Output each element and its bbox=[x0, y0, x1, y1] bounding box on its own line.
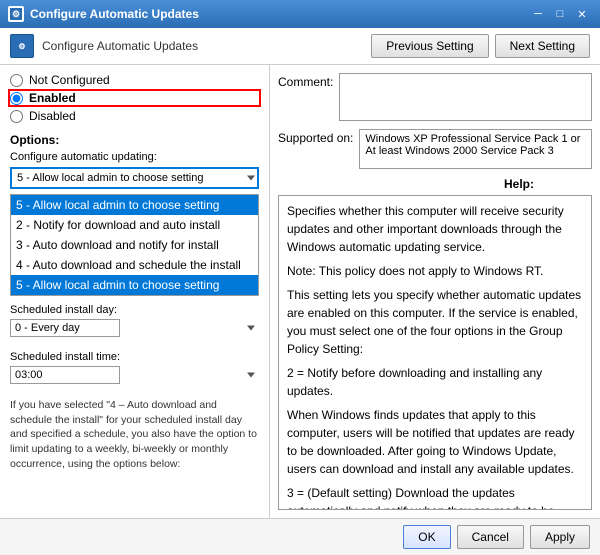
radio-enabled-input[interactable] bbox=[10, 92, 23, 105]
top-icon: ⚙ bbox=[10, 34, 34, 58]
next-setting-button[interactable]: Next Setting bbox=[495, 34, 590, 58]
sched-day-select[interactable]: 0 - Every day bbox=[10, 319, 120, 337]
minimize-button[interactable]: ─ bbox=[528, 4, 548, 24]
help-p4: When Windows finds updates that apply to… bbox=[287, 406, 583, 478]
comment-label: Comment: bbox=[278, 73, 333, 89]
radio-enabled-label: Enabled bbox=[29, 91, 76, 105]
ok-button[interactable]: OK bbox=[403, 525, 450, 549]
apply-button[interactable]: Apply bbox=[530, 525, 590, 549]
supported-value: Windows XP Professional Service Pack 1 o… bbox=[359, 129, 592, 169]
panels-header: Help: bbox=[278, 177, 592, 191]
sched-day-label: Scheduled install day: bbox=[10, 304, 259, 316]
dropdown-open-list: 5 - Allow local admin to choose setting … bbox=[10, 194, 259, 296]
dropdown-item-2[interactable]: 3 - Auto download and notify for install bbox=[11, 235, 258, 255]
prev-setting-button[interactable]: Previous Setting bbox=[371, 34, 488, 58]
sched-time-wrapper: 03:00 bbox=[10, 366, 259, 384]
dropdown-item-4[interactable]: 5 - Allow local admin to choose setting bbox=[11, 275, 258, 295]
dropdown-item-3[interactable]: 4 - Auto download and schedule the insta… bbox=[11, 255, 258, 275]
maximize-button[interactable]: □ bbox=[550, 4, 570, 24]
help-text: Specifies whether this computer will rec… bbox=[287, 202, 583, 510]
sched-time-select[interactable]: 03:00 bbox=[10, 366, 120, 384]
top-bar: ⚙ Configure Automatic Updates Previous S… bbox=[0, 28, 600, 65]
app-icon: ⚙ bbox=[8, 6, 24, 22]
radio-enabled[interactable]: Enabled bbox=[10, 91, 259, 105]
sched-day-wrapper: 0 - Every day bbox=[10, 319, 259, 337]
cancel-button[interactable]: Cancel bbox=[457, 525, 524, 549]
title-bar-controls: ─ □ ✕ bbox=[528, 4, 592, 24]
help-p1: Note: This policy does not apply to Wind… bbox=[287, 262, 583, 280]
dialog-subtitle: Configure Automatic Updates bbox=[42, 39, 198, 53]
close-button[interactable]: ✕ bbox=[572, 4, 592, 24]
radio-not-configured-input[interactable] bbox=[10, 74, 23, 87]
help-p0: Specifies whether this computer will rec… bbox=[287, 202, 583, 256]
title-bar-title: Configure Automatic Updates bbox=[30, 7, 199, 21]
desc-text: If you have selected "4 – Auto download … bbox=[10, 398, 259, 471]
left-panel: Not Configured Enabled Disabled Options:… bbox=[0, 65, 270, 518]
help-p5: 3 = (Default setting) Download the updat… bbox=[287, 484, 583, 510]
content-area: ⚙ Configure Automatic Updates Previous S… bbox=[0, 28, 600, 555]
radio-not-configured[interactable]: Not Configured bbox=[10, 73, 259, 87]
comment-input[interactable] bbox=[339, 73, 592, 121]
help-header-label: Help: bbox=[504, 177, 592, 191]
radio-not-configured-label: Not Configured bbox=[29, 73, 110, 87]
title-bar-left: ⚙ Configure Automatic Updates bbox=[8, 6, 199, 22]
dropdown-item-1[interactable]: 2 - Notify for download and auto install bbox=[11, 215, 258, 235]
top-bar-buttons: Previous Setting Next Setting bbox=[371, 34, 590, 58]
help-p3: 2 = Notify before downloading and instal… bbox=[287, 364, 583, 400]
dropdown-wrapper: 5 - Allow local admin to choose setting bbox=[10, 167, 259, 189]
sched-time-arrow-icon bbox=[247, 373, 255, 378]
supported-section: Supported on: Windows XP Professional Se… bbox=[278, 129, 592, 169]
radio-disabled-label: Disabled bbox=[29, 109, 76, 123]
sched-time-label: Scheduled install time: bbox=[10, 351, 259, 363]
radio-disabled[interactable]: Disabled bbox=[10, 109, 259, 123]
config-label: Configure automatic updating: bbox=[10, 151, 259, 163]
title-bar: ⚙ Configure Automatic Updates ─ □ ✕ bbox=[0, 0, 600, 28]
dropdown-item-0[interactable]: 5 - Allow local admin to choose setting bbox=[11, 195, 258, 215]
radio-disabled-input[interactable] bbox=[10, 110, 23, 123]
empty-options-placeholder bbox=[278, 177, 498, 191]
supported-label: Supported on: bbox=[278, 129, 353, 145]
bottom-footer: OK Cancel Apply bbox=[0, 518, 600, 555]
radio-group: Not Configured Enabled Disabled bbox=[10, 73, 259, 127]
options-label: Options: bbox=[10, 133, 259, 147]
help-panel: Specifies whether this computer will rec… bbox=[278, 195, 592, 510]
sched-day-arrow-icon bbox=[247, 326, 255, 331]
right-panel: Comment: Supported on: Windows XP Profes… bbox=[270, 65, 600, 518]
config-select[interactable]: 5 - Allow local admin to choose setting bbox=[10, 167, 259, 189]
comment-section: Comment: bbox=[278, 73, 592, 121]
help-p2: This setting lets you specify whether au… bbox=[287, 286, 583, 358]
main-section: Not Configured Enabled Disabled Options:… bbox=[0, 65, 600, 518]
